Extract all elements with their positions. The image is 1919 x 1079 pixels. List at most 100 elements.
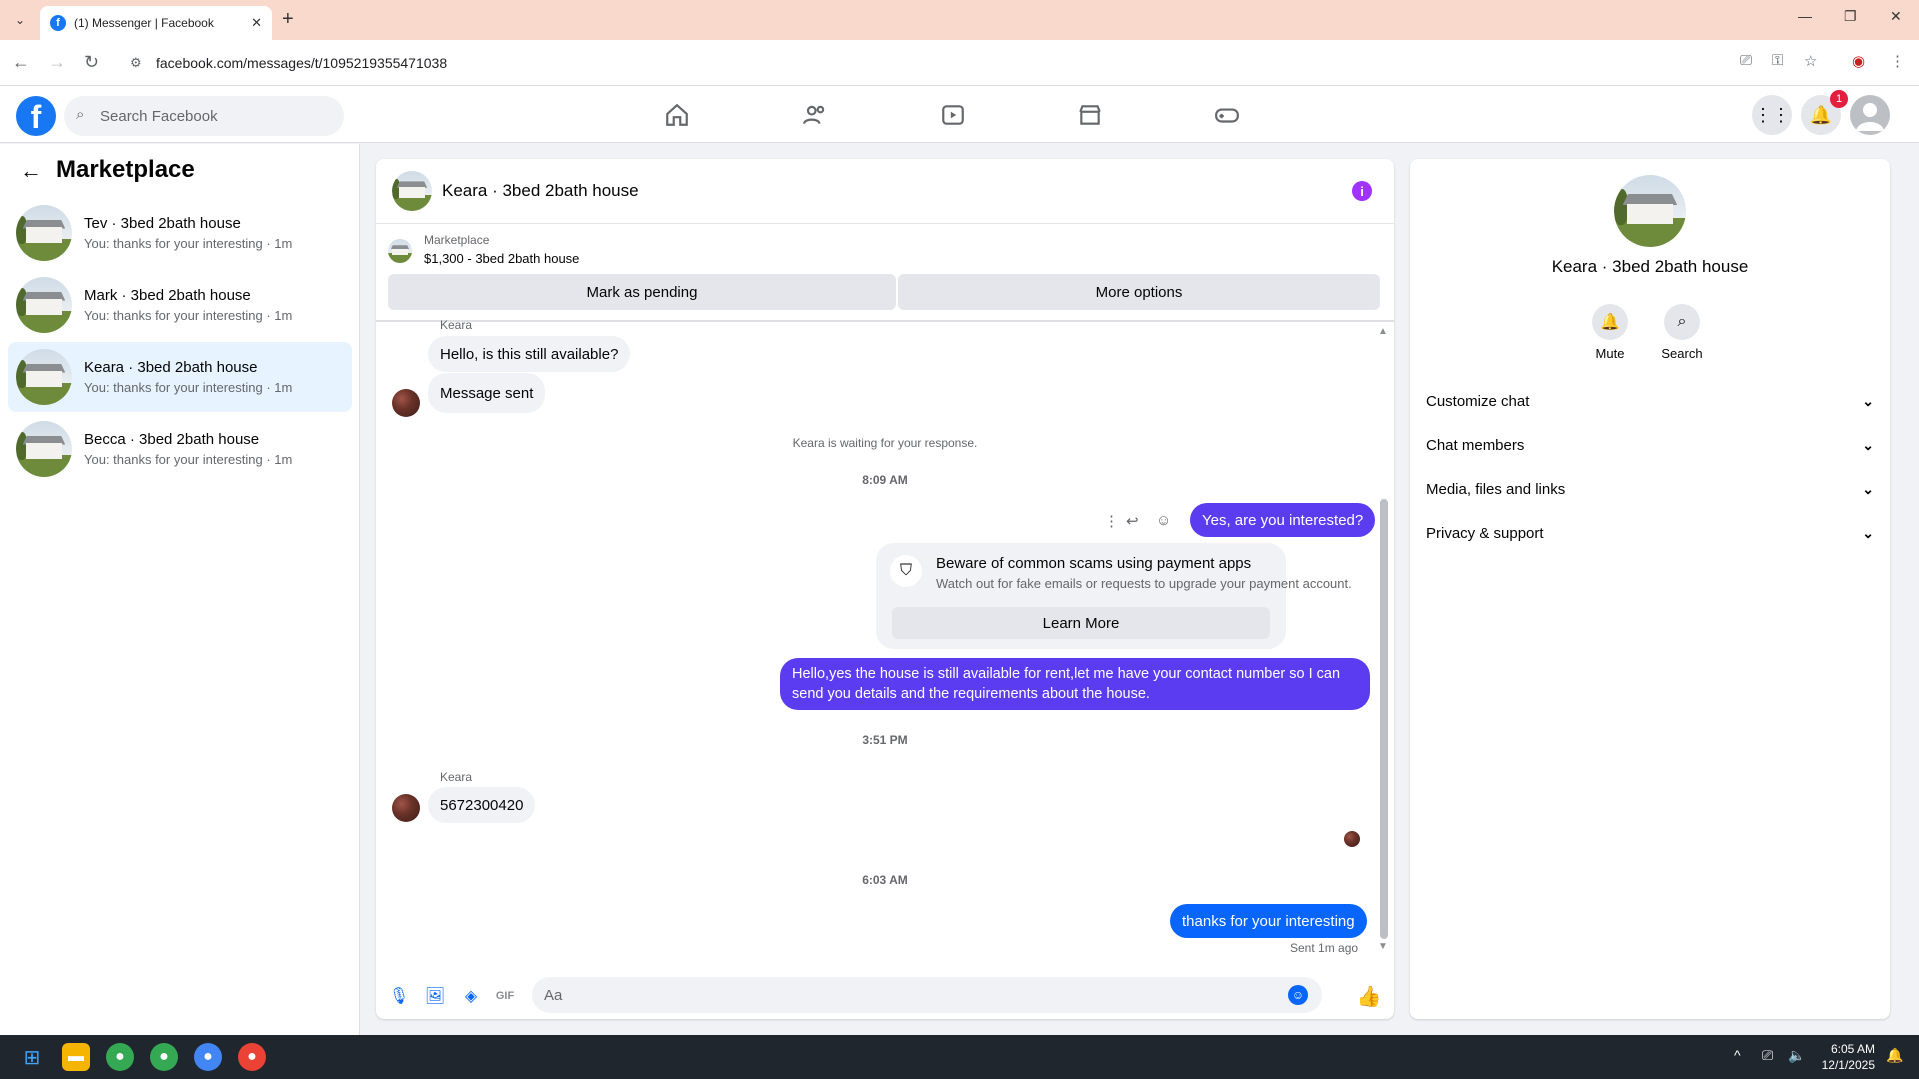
info-icon[interactable]: i — [1352, 181, 1372, 201]
scroll-down-arrow-icon[interactable]: ▼ — [1378, 941, 1388, 952]
sender-label: Keara — [440, 318, 473, 332]
conversation-preview: You: thanks for your interesting · 1m — [84, 380, 293, 395]
incoming-message[interactable]: Hello, is this still available? — [428, 336, 631, 372]
windows-start-icon[interactable]: ⊞ — [18, 1043, 46, 1071]
gif-icon[interactable]: GIF — [494, 985, 516, 1007]
facebook-logo-icon[interactable]: f — [16, 96, 56, 136]
scroll-up-arrow-icon[interactable]: ▲ — [1378, 326, 1388, 337]
outgoing-message[interactable]: Hello,yes the house is still available f… — [780, 658, 1370, 710]
message-input[interactable]: Aa ☺ — [532, 977, 1322, 1013]
taskbar-clock[interactable]: 6:05 AM 12/1/2025 — [1822, 1041, 1875, 1073]
friends-icon[interactable] — [798, 98, 832, 132]
chat-title[interactable]: Keara · 3bed 2bath house — [442, 181, 639, 201]
more-options-button[interactable]: More options — [898, 274, 1380, 310]
outgoing-message[interactable]: thanks for your interesting — [1170, 904, 1367, 938]
clock-date: 12/1/2025 — [1821, 1058, 1875, 1072]
warning-title: Beware of common scams using payment app… — [936, 555, 1252, 572]
back-icon[interactable]: ← — [12, 52, 30, 73]
back-arrow-icon[interactable]: ← — [20, 158, 42, 184]
notification-count-badge: 1 — [1830, 90, 1848, 108]
warning-subtitle: Watch out for fake emails or requests to… — [936, 576, 1352, 591]
chat-members-row[interactable]: Chat members ⌄ — [1426, 425, 1874, 465]
media-files-links-row[interactable]: Media, files and links ⌄ — [1426, 469, 1874, 509]
chevron-down-icon: ⌄ — [1862, 392, 1874, 409]
chevron-down-icon: ⌄ — [1862, 436, 1874, 453]
mute-button[interactable]: 🔔 Mute — [1580, 304, 1640, 361]
search-in-chat-button[interactable]: ⌕ Search — [1652, 304, 1712, 361]
keara-avatar[interactable] — [392, 389, 420, 417]
chrome-profile-2-icon[interactable]: ● — [194, 1043, 222, 1071]
react-emoji-icon[interactable]: ☺ — [1156, 512, 1171, 529]
search-facebook-input[interactable]: ⌕ Search Facebook — [64, 96, 344, 136]
volume-icon[interactable]: 🔈 — [1788, 1047, 1805, 1064]
photo-icon[interactable]: 🖼 — [424, 985, 446, 1007]
mute-label: Mute — [1595, 346, 1625, 361]
gaming-icon[interactable] — [1210, 98, 1244, 132]
notification-center-icon[interactable]: 🔔 — [1886, 1047, 1903, 1064]
chat-house-thumbnail[interactable] — [392, 171, 432, 211]
new-tab-icon[interactable]: + — [282, 8, 294, 31]
install-app-icon[interactable]: ⎚ — [1740, 52, 1752, 69]
browser-tab[interactable]: f (1) Messenger | Facebook ✕ — [40, 6, 272, 40]
chrome-icon[interactable]: ● — [106, 1043, 134, 1071]
seen-indicator-avatar — [1344, 831, 1360, 847]
conversation-list-pane: ← Marketplace Tev · 3bed 2bath house You:… — [0, 144, 360, 1035]
minimize-icon[interactable]: — — [1798, 8, 1812, 24]
tray-chevron-icon[interactable]: ^ — [1734, 1047, 1741, 1063]
video-icon[interactable] — [936, 98, 970, 132]
details-house-avatar[interactable] — [1614, 175, 1686, 247]
row-label: Media, files and links — [1426, 480, 1566, 498]
browser-menu-icon[interactable]: ⋮ — [1890, 52, 1905, 70]
account-avatar[interactable] — [1850, 95, 1890, 135]
restore-icon[interactable]: ❐ — [1844, 8, 1857, 25]
conversation-item[interactable]: Becca · 3bed 2bath house You: thanks for … — [8, 414, 352, 484]
tab-title: (1) Messenger | Facebook — [74, 16, 214, 30]
incoming-message[interactable]: Message sent — [428, 373, 546, 413]
conversation-item[interactable]: Mark · 3bed 2bath house You: thanks for y… — [8, 270, 352, 340]
conversation-item[interactable]: Tev · 3bed 2bath house You: thanks for yo… — [8, 198, 352, 268]
tab-search-chevron-icon[interactable]: ⌄ — [8, 8, 32, 32]
outgoing-message[interactable]: Yes, are you interested? — [1190, 503, 1376, 537]
microphone-icon[interactable]: 🎙 — [388, 985, 410, 1007]
tab-close-icon[interactable]: ✕ — [251, 15, 262, 31]
forward-icon[interactable]: → — [48, 52, 66, 73]
incoming-message[interactable]: 5672300420 — [428, 787, 536, 823]
close-window-icon[interactable]: ✕ — [1890, 8, 1902, 25]
sticker-icon[interactable]: ◈ — [460, 985, 482, 1007]
conversation-preview: You: thanks for your interesting · 1m — [84, 452, 293, 467]
mark-as-pending-button[interactable]: Mark as pending — [388, 274, 896, 310]
url-field[interactable]: ⚙ facebook.com/messages/t/10952193554710… — [116, 47, 1866, 79]
privacy-support-row[interactable]: Privacy & support ⌄ — [1426, 513, 1874, 553]
thumbs-up-icon[interactable]: 👍 — [1357, 985, 1382, 1008]
emoji-icon[interactable]: ☺ — [1288, 985, 1308, 1005]
bell-icon: 🔔 — [1592, 304, 1628, 340]
chrome-active-icon[interactable]: ● — [238, 1043, 266, 1071]
menu-grid-icon[interactable]: ⋮⋮ — [1752, 95, 1792, 135]
house-thumbnail — [16, 349, 72, 405]
keara-avatar[interactable] — [392, 794, 420, 822]
chrome-profile-icon[interactable]: ● — [150, 1043, 178, 1071]
learn-more-button[interactable]: Learn More — [892, 607, 1270, 639]
customize-chat-row[interactable]: Customize chat ⌄ — [1426, 381, 1874, 421]
profile-icon[interactable]: ◉ — [1852, 52, 1865, 70]
network-icon[interactable]: ⎚ — [1762, 1047, 1773, 1064]
sent-status: Sent 1m ago — [1290, 941, 1359, 955]
clock-time: 6:05 AM — [1830, 1042, 1875, 1056]
message-placeholder: Aa — [544, 986, 563, 1004]
password-key-icon[interactable]: ⚿ — [1772, 52, 1783, 69]
site-info-icon[interactable]: ⚙ — [130, 55, 142, 71]
bookmark-star-icon[interactable]: ☆ — [1804, 52, 1817, 70]
marketplace-icon[interactable] — [1073, 98, 1107, 132]
more-actions-icon[interactable]: ⋮ — [1104, 512, 1119, 530]
home-icon[interactable] — [660, 98, 694, 132]
conversation-name: Keara · 3bed 2bath house — [84, 359, 258, 376]
details-name: Keara · 3bed 2bath house — [1551, 257, 1749, 276]
divider — [376, 320, 1394, 322]
house-thumbnail — [16, 421, 72, 477]
file-explorer-icon[interactable]: ▬ — [62, 1043, 90, 1071]
reply-icon[interactable]: ↩ — [1126, 512, 1139, 530]
timestamp: 3:51 PM — [862, 733, 908, 747]
reload-icon[interactable]: ↻ — [84, 52, 99, 73]
sender-label: Keara — [440, 770, 473, 784]
conversation-item-active[interactable]: Keara · 3bed 2bath house You: thanks for … — [8, 342, 352, 412]
